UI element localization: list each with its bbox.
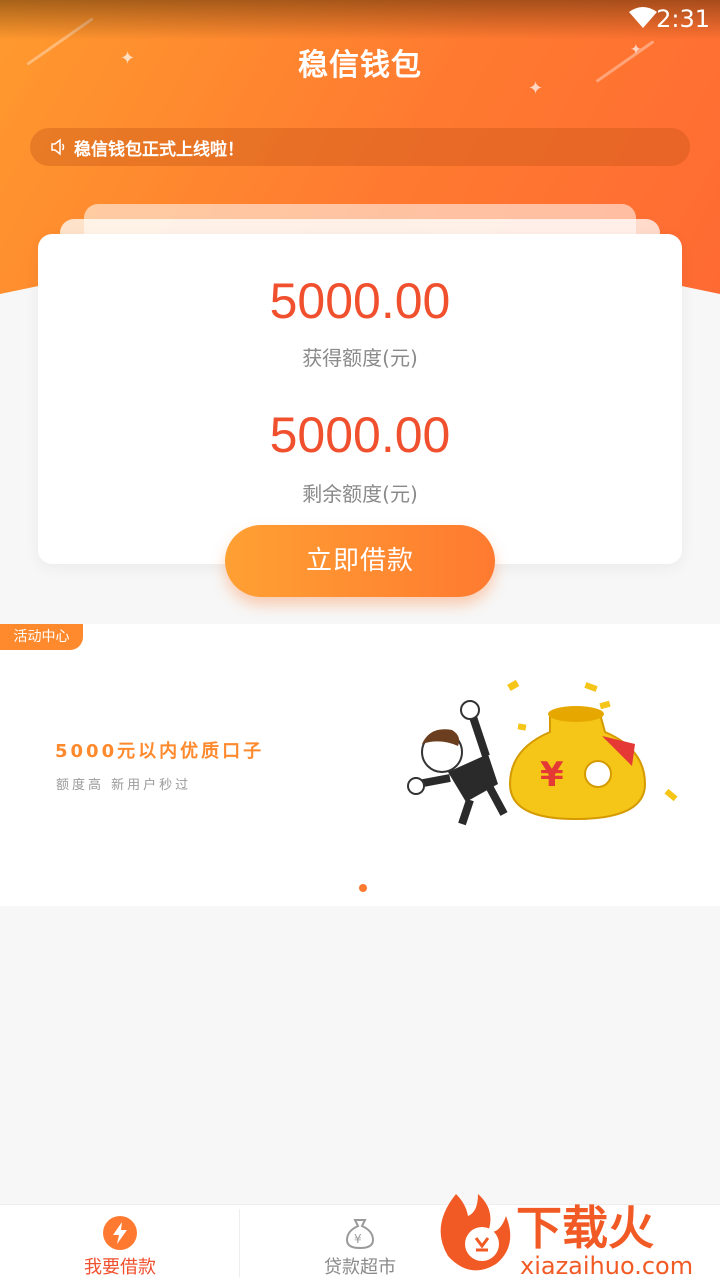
- obtained-label: 获得额度(元): [302, 346, 418, 370]
- promo-title: 5000元以内优质口子: [55, 741, 265, 762]
- businessman-money-bag-illustration: ¥: [407, 679, 678, 826]
- quota-card: 5000.00 获得额度(元) 5000.00 剩余额度(元): [38, 234, 682, 564]
- activity-center-tag: 活动中心: [0, 624, 83, 650]
- tab-borrow[interactable]: 我要借款: [0, 1205, 240, 1281]
- obtained-amount: 5000.00: [269, 273, 451, 329]
- xiazaihuo-watermark-logo: 下载火 xiazaihuo.com: [440, 1194, 693, 1280]
- watermark-url: xiazaihuo.com: [520, 1252, 693, 1280]
- svg-text:¥: ¥: [354, 1232, 362, 1246]
- svg-text:¥: ¥: [540, 755, 564, 795]
- watermark-brand: 下载火: [516, 1201, 654, 1255]
- carousel-indicator-dot[interactable]: [359, 884, 367, 892]
- page-title: 稳信钱包: [298, 48, 422, 83]
- status-time: 2:31: [656, 5, 710, 33]
- tab-borrow-label: 我要借款: [84, 1257, 156, 1278]
- speaker-icon: [51, 138, 65, 156]
- notice-bar[interactable]: 稳信钱包正式上线啦！: [30, 128, 690, 166]
- money-bag-icon: ¥: [345, 1219, 375, 1250]
- wifi-icon: [629, 7, 657, 28]
- activity-banner[interactable]: 活动中心 5000元以内优质口子 额度高 新用户秒过 ¥: [0, 624, 720, 906]
- promo-subtitle: 额度高 新用户秒过: [56, 778, 192, 793]
- notice-text: 稳信钱包正式上线啦！: [74, 139, 244, 160]
- status-bar: 2:31: [0, 0, 720, 40]
- borrow-now-button[interactable]: 立即借款: [225, 525, 495, 597]
- remaining-label: 剩余额度(元): [302, 482, 418, 506]
- remaining-amount: 5000.00: [269, 407, 451, 463]
- lightning-icon: [103, 1216, 137, 1250]
